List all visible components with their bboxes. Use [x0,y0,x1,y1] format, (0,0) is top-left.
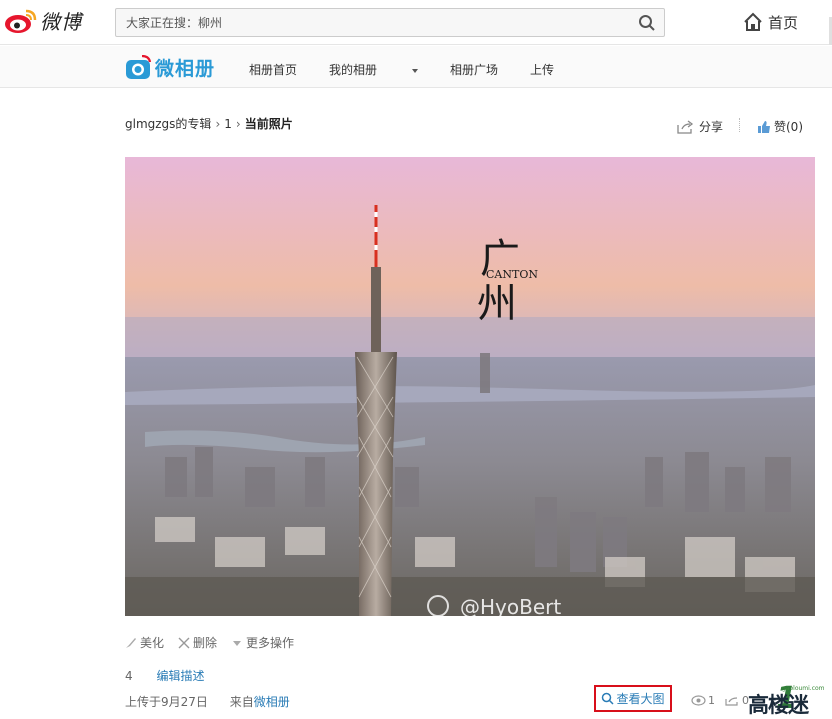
weibo-eye-icon [5,9,37,33]
view-large-label: 查看大图 [616,692,665,706]
weibo-brand-text: 微博 [40,10,82,34]
like-label: 赞(0) [774,120,803,134]
album-nav-links: 相册首页 我的相册 相册广场 上传 [249,61,586,78]
home-icon [744,12,762,31]
nav-my-albums[interactable]: 我的相册 [329,61,419,78]
site-watermark: 1 gaoloumi.com 高楼迷 [746,681,832,717]
beautify-button[interactable]: 美化 [125,634,164,651]
nav-my-albums-label: 我的相册 [329,63,378,77]
home-link[interactable]: 首页 [742,11,798,33]
home-label: 首页 [768,13,799,32]
brush-icon [126,637,136,648]
breadcrumb-page[interactable]: 1 [224,117,232,131]
breadcrumb-album[interactable]: glmgzgs的专辑 [125,115,211,132]
nav-album-home[interactable]: 相册首页 [249,61,297,78]
top-bar: 微博 首页 [0,0,832,45]
edit-description-link[interactable]: 编辑描述 [156,669,204,683]
breadcrumb: glmgzgs的专辑 › 1 › 当前照片 [125,115,293,132]
more-actions-label: 更多操作 [246,636,295,650]
breadcrumb-current: 当前照片 [244,117,293,131]
share-icon [725,697,738,706]
search-icon[interactable] [638,14,656,32]
view-count-value: 1 [708,694,715,707]
nav-upload[interactable]: 上传 [530,61,554,78]
photo-canvas: 广 CANTON 州 @HyoBert [125,157,815,616]
photo-watermark: @HyoBert [460,595,561,616]
source-prefix: 来自 [229,695,254,709]
more-actions-button[interactable]: 更多操作 [231,634,294,651]
divider [739,118,740,132]
photo-caption: CANTON [486,268,538,281]
search-box [115,8,665,37]
thumbs-up-icon [758,120,770,133]
share-icon [677,119,694,134]
delete-button[interactable]: 删除 [178,634,217,651]
chevron-down-icon [412,68,419,73]
album-logo[interactable]: 微相册 [124,54,215,81]
share-button[interactable]: 分享 [676,118,723,135]
watermark-text: 高楼迷 [748,693,809,717]
beautify-label: 美化 [140,636,165,650]
nav-album-square[interactable]: 相册广场 [450,61,498,78]
breadcrumb-separator-icon: › [235,116,241,131]
view-count: 1 [691,694,715,707]
like-button[interactable]: 赞(0) [757,118,803,135]
close-icon [178,637,190,648]
photo-tools: 美化 删除 更多操作 [125,634,308,651]
photo-title-line2: 州 [477,281,517,327]
chevron-down-icon [233,640,242,646]
search-input[interactable] [116,9,616,36]
view-large-button[interactable]: 查看大图 [594,685,672,712]
weibo-logo[interactable]: 微博 [4,6,82,35]
delete-label: 删除 [193,636,218,650]
source-app-link[interactable]: 微相册 [254,695,290,709]
photo-meta: 上传于9月27日 来自微相册 [125,693,290,710]
album-nav: 微相册 相册首页 我的相册 相册广场 上传 [0,46,832,88]
upload-date: 上传于9月27日 [125,695,208,709]
magnifier-icon [602,692,615,705]
camera-icon [126,54,152,79]
photo-description: 4 编辑描述 [125,667,204,684]
breadcrumb-separator-icon: › [215,116,221,131]
album-brand-text: 微相册 [155,58,216,80]
main-photo[interactable]: 广 CANTON 州 @HyoBert [125,157,815,616]
eye-icon [691,695,706,706]
share-label: 分享 [699,120,724,134]
description-text: 4 [125,669,133,683]
